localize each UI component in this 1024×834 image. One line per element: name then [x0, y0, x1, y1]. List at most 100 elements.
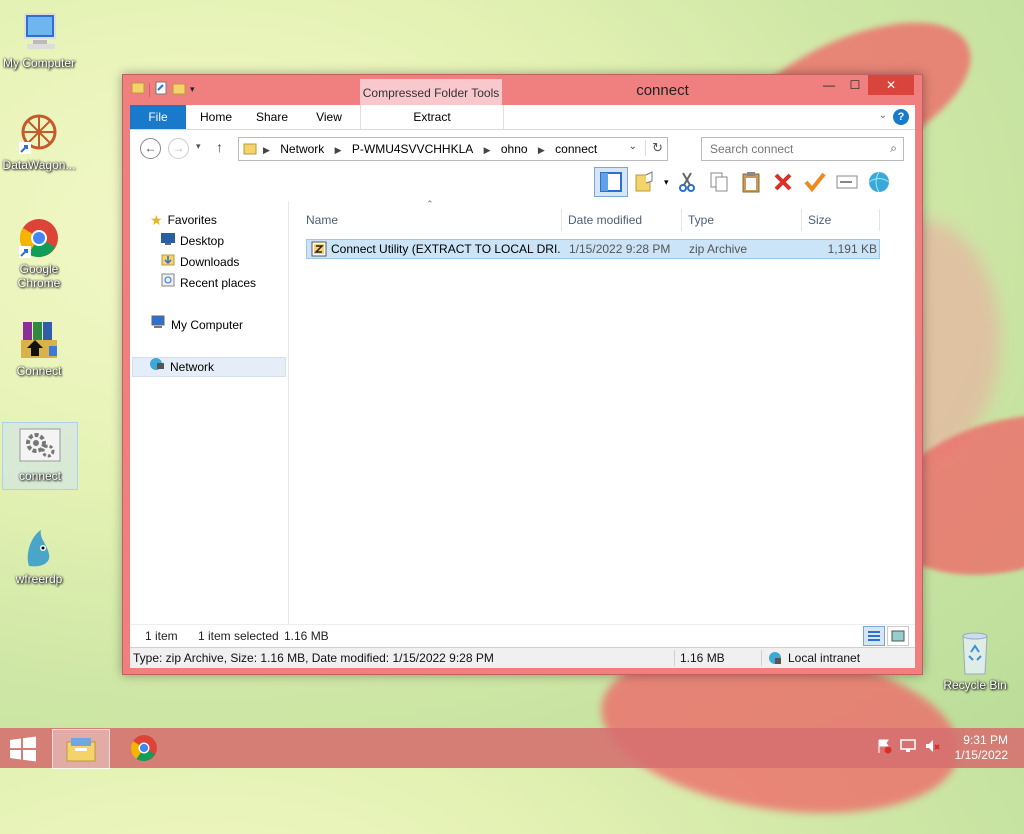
- file-size: 1,191 KB: [827, 242, 877, 256]
- tab-file[interactable]: File: [130, 105, 186, 129]
- details-view-icon[interactable]: [863, 626, 885, 646]
- large-icons-view-icon[interactable]: [887, 626, 909, 646]
- network-icon: [149, 357, 165, 377]
- recent-locations-icon[interactable]: ▾: [196, 141, 201, 152]
- column-header-name[interactable]: Name: [300, 209, 562, 231]
- nav-desktop[interactable]: Desktop: [161, 231, 224, 251]
- chevron-down-icon[interactable]: ▾: [664, 177, 669, 188]
- selection-size: 1.16 MB: [284, 629, 329, 643]
- taskbar-file-explorer[interactable]: [52, 729, 110, 769]
- refresh-icon[interactable]: ↻: [645, 140, 663, 156]
- breadcrumb-host[interactable]: P-WMU4SVVCHHKLA: [352, 142, 473, 156]
- computer-icon: [150, 315, 166, 335]
- wfreerdp-icon: [17, 526, 61, 570]
- file-row[interactable]: Connect Utility (EXTRACT TO LOCAL DRI...…: [306, 239, 880, 259]
- file-type: zip Archive: [689, 242, 748, 256]
- maximize-button[interactable]: ☐: [842, 75, 868, 95]
- breadcrumb-connect[interactable]: connect: [555, 142, 597, 156]
- nav-favorites[interactable]: ★ Favorites: [150, 210, 217, 230]
- up-button[interactable]: ↑: [216, 139, 223, 155]
- back-button[interactable]: ←: [140, 138, 161, 159]
- explorer-window: ▾ Compressed Folder Tools connect — ☐ ✕ …: [122, 74, 923, 675]
- nav-my-computer[interactable]: My Computer: [150, 315, 243, 335]
- start-button[interactable]: [8, 736, 38, 762]
- search-icon[interactable]: ⌕: [890, 141, 897, 156]
- search-input[interactable]: [708, 141, 882, 157]
- desktop-icon-chrome[interactable]: Google Chrome: [2, 216, 76, 290]
- folder-icon: [243, 141, 257, 158]
- breadcrumb-network[interactable]: Network: [280, 142, 324, 156]
- selection-count: 1 item selected: [198, 629, 279, 643]
- nav-network[interactable]: Network: [132, 357, 286, 377]
- settings-gear-icon: [18, 423, 62, 467]
- winrar-installer-icon: [17, 318, 61, 362]
- address-bar[interactable]: ▶ Network ▶ P-WMU4SVVCHHKLA ▶ ohno ▶ con…: [238, 137, 668, 161]
- command-toolbar: ▾: [594, 167, 893, 197]
- system-tray: [876, 738, 940, 757]
- desktop-icon-wfreerdp[interactable]: wfreerdp: [2, 526, 76, 586]
- column-header-size[interactable]: Size: [802, 209, 880, 231]
- nav-downloads[interactable]: Downloads: [161, 252, 239, 272]
- chrome-icon: [17, 216, 61, 260]
- clock-date: 1/15/2022: [954, 748, 1008, 762]
- windows-logo-icon: [10, 736, 36, 762]
- paste-icon[interactable]: [737, 168, 765, 196]
- computer-icon: [17, 10, 61, 54]
- desktop-icon-connect-installer[interactable]: Connect: [2, 318, 76, 378]
- volume-muted-icon[interactable]: [924, 738, 940, 757]
- breadcrumb: ▶ Network ▶ P-WMU4SVVCHHKLA ▶ ohno ▶ con…: [263, 138, 604, 160]
- address-dropdown-icon[interactable]: ⌄: [629, 141, 637, 152]
- tab-home[interactable]: Home: [194, 105, 238, 129]
- title-bar[interactable]: ▾ Compressed Folder Tools connect — ☐ ✕: [123, 75, 922, 105]
- tab-extract[interactable]: Extract: [360, 105, 504, 129]
- status-info: Type: zip Archive, Size: 1.16 MB, Date m…: [133, 651, 494, 665]
- breadcrumb-separator-icon[interactable]: ▶: [538, 145, 545, 155]
- rename-icon[interactable]: [833, 168, 861, 196]
- globe-icon[interactable]: [865, 168, 893, 196]
- item-count: 1 item: [145, 629, 178, 643]
- status-zone: Local intranet: [788, 651, 861, 665]
- folder-options-icon[interactable]: [632, 168, 660, 196]
- preview-pane-icon[interactable]: [594, 167, 628, 197]
- recycle-bin-icon: [955, 630, 995, 676]
- forward-button[interactable]: →: [168, 138, 189, 159]
- network-status-icon[interactable]: [900, 738, 916, 757]
- search-box[interactable]: ⌕: [701, 137, 904, 161]
- minimize-button[interactable]: —: [816, 75, 842, 95]
- file-list: ⌃ Name Date modified Type Size Connect U…: [300, 199, 912, 624]
- breadcrumb-separator-icon[interactable]: ▶: [263, 145, 270, 155]
- clock[interactable]: 9:31 PM 1/15/2022: [955, 733, 1008, 763]
- column-header-date-modified[interactable]: Date modified: [562, 209, 682, 231]
- delete-icon[interactable]: [769, 168, 797, 196]
- file-name: Connect Utility (EXTRACT TO LOCAL DRI...: [331, 242, 561, 256]
- check-icon[interactable]: [801, 168, 829, 196]
- zip-file-icon: [311, 241, 327, 260]
- breadcrumb-separator-icon[interactable]: ▶: [335, 145, 342, 155]
- desktop-icon-recycle-bin[interactable]: Recycle Bin: [938, 630, 1012, 692]
- desktop-icon-my-computer[interactable]: My Computer: [2, 10, 76, 70]
- star-icon: ★: [150, 212, 163, 228]
- details-bar: 1 item 1 item selected 1.16 MB: [130, 624, 915, 647]
- close-button[interactable]: ✕: [868, 75, 914, 95]
- nav-recent-places[interactable]: Recent places: [161, 273, 256, 293]
- clock-time: 9:31 PM: [963, 733, 1008, 747]
- taskbar: 9:31 PM 1/15/2022: [0, 728, 1024, 769]
- action-center-flag-icon[interactable]: [876, 738, 892, 757]
- desktop-icon-datawagon[interactable]: DataWagon...: [2, 112, 76, 172]
- explorer-body: File Home Share View Extract ⌄ ? ← → ▾ ↑…: [130, 105, 915, 668]
- file-date: 1/15/2022 9:28 PM: [569, 242, 671, 256]
- ribbon-tabs: File Home Share View Extract ⌄ ?: [130, 105, 915, 130]
- tab-view[interactable]: View: [306, 105, 352, 129]
- breadcrumb-ohno[interactable]: ohno: [501, 142, 528, 156]
- status-size: 1.16 MB: [680, 651, 725, 665]
- tab-share[interactable]: Share: [248, 105, 296, 129]
- desktop-icon-connect-folder[interactable]: connect: [2, 422, 78, 490]
- ribbon-expand-icon[interactable]: ⌄: [879, 110, 887, 121]
- breadcrumb-separator-icon[interactable]: ▶: [484, 145, 491, 155]
- help-icon[interactable]: ?: [893, 109, 909, 125]
- copy-icon[interactable]: [705, 168, 733, 196]
- taskbar-chrome[interactable]: [116, 729, 172, 767]
- cut-icon[interactable]: [673, 168, 701, 196]
- column-header-type[interactable]: Type: [682, 209, 802, 231]
- desktop-icon: [161, 231, 175, 251]
